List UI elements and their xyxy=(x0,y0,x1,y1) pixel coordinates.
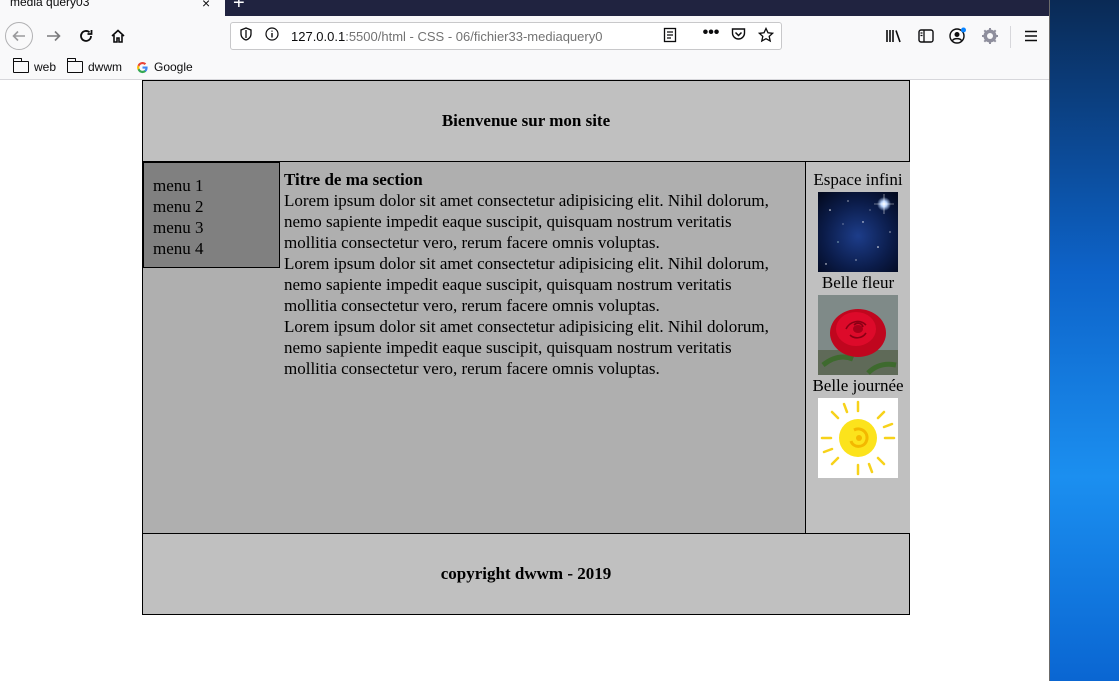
account-button[interactable] xyxy=(944,22,972,50)
bookmark-web[interactable]: web xyxy=(13,58,57,74)
paragraph: Lorem ipsum dolor sit amet consectetur a… xyxy=(284,254,769,315)
google-icon xyxy=(137,61,148,73)
back-button[interactable] xyxy=(5,22,33,50)
account-icon xyxy=(949,27,966,44)
bookmark-label: dwwm xyxy=(88,60,123,74)
navigation-toolbar: 127.0.0.1:5500/html - CSS - 06/fichier33… xyxy=(0,16,1050,56)
menu-item-4[interactable]: menu 4 xyxy=(153,238,270,259)
side-menu: menu 1 menu 2 menu 3 menu 4 xyxy=(143,162,280,268)
reload-icon xyxy=(80,30,93,42)
sidebar-button[interactable] xyxy=(912,22,940,50)
aside-caption-flower: Belle fleur xyxy=(821,273,895,292)
page-actions-icon[interactable]: ••• xyxy=(702,24,720,42)
url-bar[interactable]: 127.0.0.1:5500/html - CSS - 06/fichier33… xyxy=(230,22,782,50)
toolbar-separator xyxy=(1010,26,1011,48)
folder-icon xyxy=(67,58,83,73)
forward-arrow-icon xyxy=(47,30,61,42)
url-host: 127.0.0.1 xyxy=(291,29,346,44)
url-path: :5500/html - CSS - 06/fichier33-mediaque… xyxy=(345,29,603,44)
home-button[interactable] xyxy=(104,22,132,50)
library-icon xyxy=(886,30,901,43)
extension-button[interactable] xyxy=(976,22,1004,50)
aside-caption-day: Belle journée xyxy=(812,376,904,395)
bookmark-label: Google xyxy=(154,60,193,74)
sun-image xyxy=(818,398,898,478)
menu-item-1[interactable]: menu 1 xyxy=(153,175,270,196)
bookmark-dwwm[interactable]: dwwm xyxy=(67,58,123,74)
shield-icon[interactable] xyxy=(237,27,255,44)
new-tab-icon[interactable]: + xyxy=(233,0,245,13)
extension-gear-icon xyxy=(982,28,998,44)
desktop-background xyxy=(1050,0,1119,681)
main-area: menu 1 menu 2 menu 3 menu 4 Titre de ma … xyxy=(142,162,910,533)
rose-image xyxy=(818,295,898,375)
close-tab-icon[interactable]: × xyxy=(202,0,210,11)
paragraph: Lorem ipsum dolor sit amet consectetur a… xyxy=(284,191,769,252)
home-icon xyxy=(111,29,125,43)
forward-button[interactable] xyxy=(40,22,68,50)
menu-button[interactable] xyxy=(1017,22,1045,50)
tab-title: media query03 xyxy=(10,0,90,9)
sidebar-icon xyxy=(918,29,934,43)
copyright-text: copyright dwwm - 2019 xyxy=(440,564,612,583)
reload-button[interactable] xyxy=(72,22,100,50)
section-title: Titre de ma section xyxy=(284,170,423,189)
url-text[interactable]: 127.0.0.1:5500/html - CSS - 06/fichier33… xyxy=(291,29,629,44)
page-title: Bienvenue sur mon site xyxy=(441,111,611,130)
bookmark-star-icon[interactable] xyxy=(757,26,775,46)
bookmark-google[interactable]: Google xyxy=(136,60,193,74)
aside-panel: Espace infini Belle fleur Belle journée xyxy=(805,162,910,533)
site-info-icon[interactable] xyxy=(263,27,281,44)
active-tab[interactable]: media query03 × xyxy=(0,0,225,16)
bookmarks-toolbar: web dwwm Google xyxy=(0,56,1050,80)
folder-icon xyxy=(13,58,29,73)
bookmark-label: web xyxy=(34,60,57,74)
library-button[interactable] xyxy=(880,22,908,50)
page-footer: copyright dwwm - 2019 xyxy=(142,533,910,615)
aside-caption-space: Espace infini xyxy=(813,170,903,189)
page-header: Bienvenue sur mon site xyxy=(142,80,910,162)
menu-item-2[interactable]: menu 2 xyxy=(153,196,270,217)
pocket-icon[interactable] xyxy=(729,27,747,44)
menu-item-3[interactable]: menu 3 xyxy=(153,217,270,238)
reader-view-icon[interactable] xyxy=(661,27,679,46)
paragraph: Lorem ipsum dolor sit amet consectetur a… xyxy=(284,317,769,378)
hamburger-menu-icon xyxy=(1025,30,1037,42)
content-section: Titre de ma section Lorem ipsum dolor si… xyxy=(284,169,774,379)
back-arrow-icon xyxy=(12,30,25,42)
tab-bar: media query03 × + xyxy=(0,0,1050,16)
space-image xyxy=(818,192,898,272)
